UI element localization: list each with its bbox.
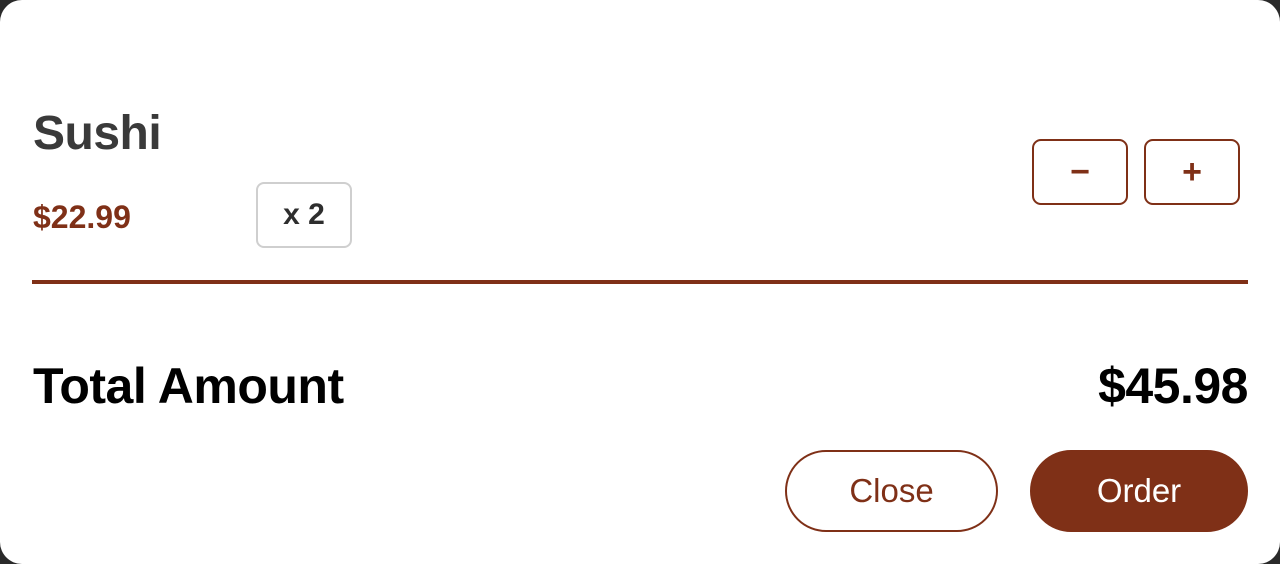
- increment-quantity-button[interactable]: +: [1144, 139, 1240, 205]
- total-amount-value: $45.98: [1098, 358, 1248, 414]
- order-summary-dialog: Sushi $22.99 x 2 − + Total Amount $45.98…: [0, 0, 1280, 564]
- minus-icon: −: [1070, 152, 1090, 191]
- divider: [32, 280, 1248, 284]
- order-button[interactable]: Order: [1030, 450, 1248, 532]
- item-price: $22.99: [33, 199, 131, 235]
- total-amount-label: Total Amount: [33, 358, 344, 414]
- item-name: Sushi: [33, 107, 162, 160]
- decrement-quantity-button[interactable]: −: [1032, 139, 1128, 205]
- plus-icon: +: [1182, 152, 1202, 191]
- quantity-badge: x 2: [256, 182, 352, 248]
- close-button[interactable]: Close: [785, 450, 998, 532]
